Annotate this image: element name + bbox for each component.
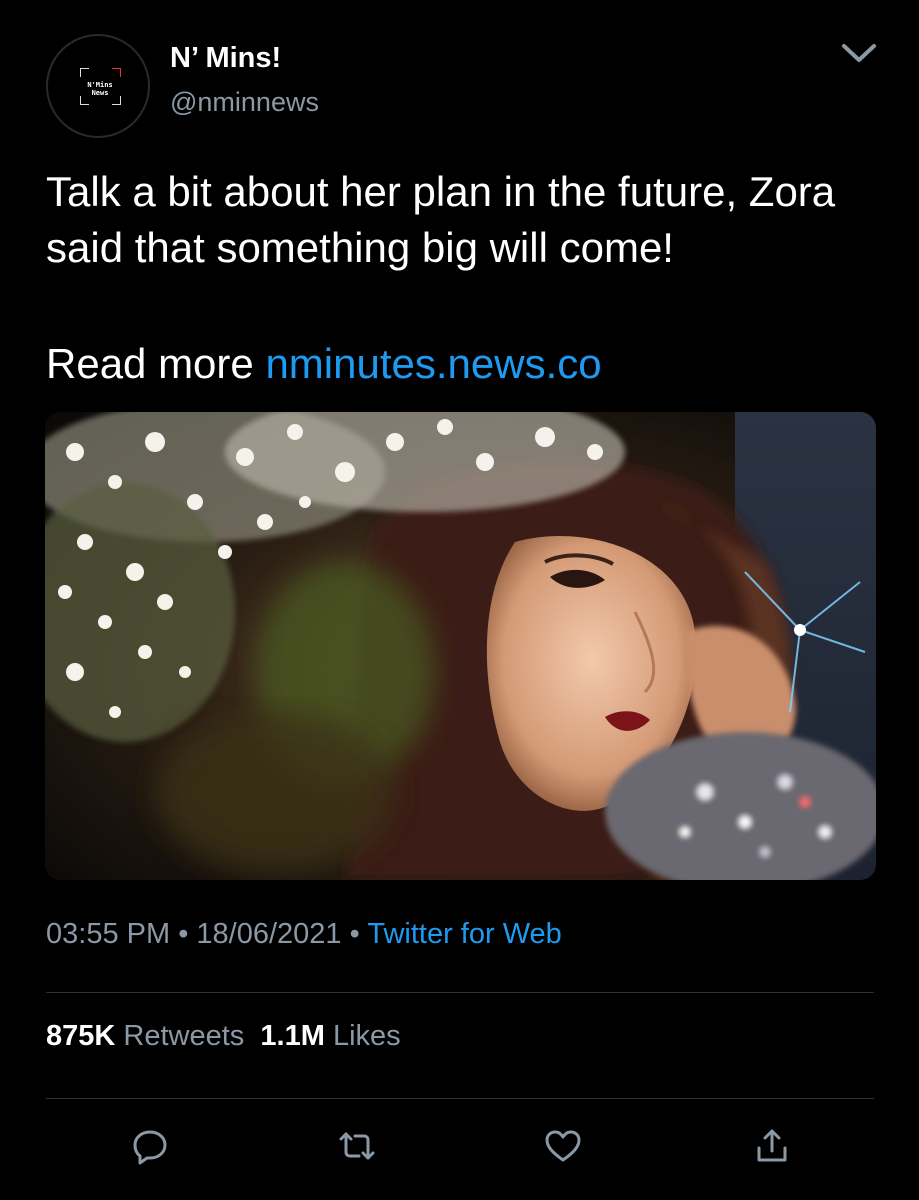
- tweet-meta: 03:55 PM • 18/06/2021 • Twitter for Web: [46, 918, 562, 951]
- photo-woman-with-blossoms: [45, 412, 876, 880]
- tweet-text: Talk a bit about her plan in the future,…: [46, 168, 836, 271]
- tweet-actions: [0, 1126, 919, 1170]
- tweet-date: 18/06/2021: [196, 918, 342, 950]
- avatar-logo: N'Mins News: [87, 81, 113, 97]
- user-handle[interactable]: @nminnews: [170, 87, 319, 118]
- engagement-stats: 875K Retweets 1.1M Likes: [46, 1020, 401, 1053]
- tweet-time: 03:55 PM: [46, 918, 171, 950]
- retweets-label: Retweets: [123, 1020, 245, 1052]
- article-link[interactable]: nminutes.news.co: [265, 340, 601, 387]
- read-more-label: Read more: [46, 340, 266, 387]
- tweet-detail: N'Mins News N’ Mins! @nminnews Talk a bi…: [0, 0, 919, 1200]
- likes-label: Likes: [332, 1020, 401, 1052]
- divider: [46, 1098, 874, 1099]
- heart-icon[interactable]: [543, 1126, 583, 1166]
- divider: [46, 992, 874, 993]
- display-name[interactable]: N’ Mins!: [170, 42, 281, 75]
- share-icon[interactable]: [752, 1126, 792, 1166]
- chevron-down-icon[interactable]: [838, 38, 880, 66]
- likes-count: 1.1M: [260, 1020, 325, 1052]
- retweet-icon[interactable]: [337, 1126, 377, 1166]
- likes-stat[interactable]: 1.1M Likes: [260, 1020, 400, 1052]
- retweets-count: 875K: [46, 1020, 116, 1052]
- avatar[interactable]: N'Mins News: [46, 34, 150, 138]
- read-more: Read more nminutes.news.co: [46, 336, 602, 392]
- tweet-source-link[interactable]: Twitter for Web: [367, 918, 561, 950]
- tweet-photo[interactable]: [45, 412, 876, 880]
- separator-dot: •: [349, 918, 360, 950]
- retweets-stat[interactable]: 875K Retweets: [46, 1020, 244, 1052]
- separator-dot: •: [178, 918, 189, 950]
- reply-icon[interactable]: [130, 1126, 170, 1166]
